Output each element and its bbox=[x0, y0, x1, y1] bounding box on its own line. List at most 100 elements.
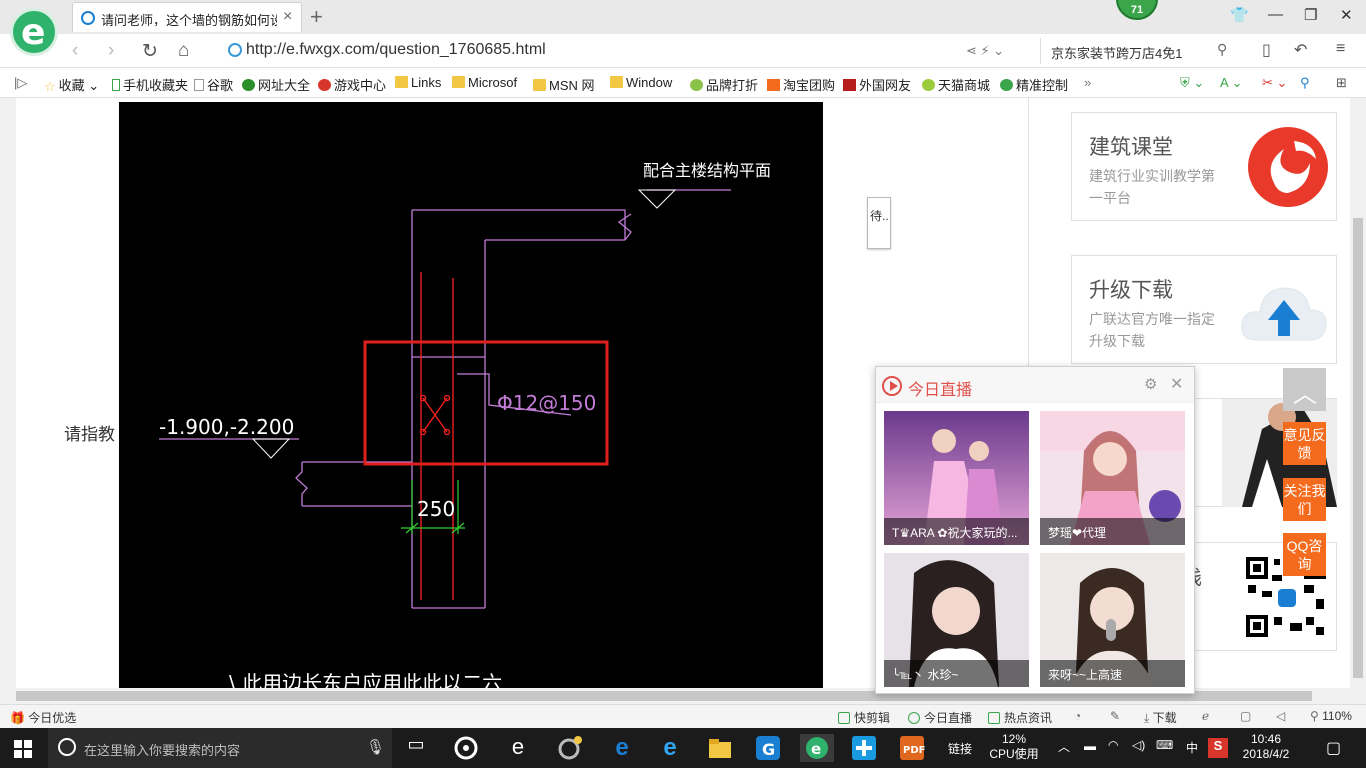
search-icon[interactable]: ⚲ bbox=[1217, 41, 1227, 58]
search-input[interactable]: 京东家装节跨万店4免1 bbox=[1051, 43, 1182, 62]
restore-icon[interactable]: ❐ bbox=[1304, 6, 1317, 24]
bookmark-tmall[interactable]: 天猫商城 bbox=[922, 75, 990, 94]
search-box[interactable]: 京东家装节跨万店4免1 ⚲ bbox=[1040, 38, 1240, 64]
bookmark-mobile[interactable]: 手机收藏夹 bbox=[112, 75, 188, 94]
wifi-icon[interactable]: ◠ bbox=[1108, 738, 1118, 752]
windows-start-icon[interactable] bbox=[14, 740, 32, 758]
volume-icon[interactable]: ◁ bbox=[1276, 709, 1285, 723]
url-action-icons[interactable]: ⋖ ⚡ ⌄ bbox=[966, 43, 1004, 59]
bookmark-discount[interactable]: 品牌打折 bbox=[690, 75, 758, 94]
tab-close-icon[interactable]: × bbox=[283, 8, 299, 26]
home-icon[interactable]: ⌂ bbox=[178, 40, 189, 62]
back-to-top-button[interactable]: ︿ bbox=[1283, 368, 1326, 411]
taskbar-search-placeholder: 在这里输入你要搜索的内容 bbox=[84, 743, 241, 758]
translate-icon[interactable]: A ⌄ bbox=[1220, 75, 1242, 91]
magnifier-icon: ⚲ bbox=[1310, 709, 1319, 723]
bookmark-games[interactable]: 游戏中心 bbox=[318, 75, 386, 94]
clock[interactable]: 10:46 2018/4/2 bbox=[1238, 732, 1294, 762]
file-explorer-icon[interactable] bbox=[706, 734, 734, 762]
bookmark-favorites[interactable]: ☆ 收藏 ⌄ bbox=[44, 75, 99, 94]
hot-news-button[interactable]: 热点资讯 bbox=[988, 709, 1052, 726]
shield-icon[interactable]: ⛨ ⌄ bbox=[1180, 75, 1204, 91]
pending-widget[interactable]: 待.. bbox=[867, 197, 891, 249]
menu-icon[interactable]: ≡ bbox=[1336, 40, 1345, 58]
address-bar[interactable]: http://e.fwxgx.com/question_1760685.html bbox=[220, 38, 1040, 64]
speed-icon[interactable]: ◔ bbox=[1074, 709, 1081, 723]
zoom-tool-icon[interactable]: ⚲ bbox=[1300, 75, 1310, 91]
card-upgrade-download[interactable]: 升级下载 广联达官方唯一指定升级下载 bbox=[1071, 255, 1337, 364]
plus-app-icon[interactable] bbox=[850, 734, 878, 762]
speaker-icon[interactable]: ◁) bbox=[1132, 738, 1145, 752]
undo-icon[interactable]: ↶ bbox=[1294, 40, 1307, 60]
links-toolbar[interactable]: 链接 bbox=[948, 740, 972, 757]
download-button[interactable]: ⤓ 下载 bbox=[1144, 709, 1177, 726]
battery-icon[interactable]: ▬ bbox=[1084, 739, 1096, 753]
stream-card[interactable]: ╰℡丶 水珍~ bbox=[884, 553, 1029, 687]
taskbar-search-box[interactable]: 在这里输入你要搜索的内容 🎙 bbox=[48, 728, 392, 768]
qq-consult-button[interactable]: QQ咨询 bbox=[1283, 533, 1326, 576]
gear-icon[interactable]: ⚙ bbox=[1144, 375, 1157, 393]
ie-app-icon[interactable]: e bbox=[504, 734, 532, 762]
window-icon[interactable]: ▢ bbox=[1240, 709, 1251, 723]
bookmark-foreign[interactable]: 外国网友 bbox=[843, 75, 911, 94]
pin-icon[interactable]: ✎ bbox=[1110, 709, 1120, 723]
scissors-icon[interactable]: ✂ ⌄ bbox=[1262, 75, 1287, 91]
sidebar-toggle-icon[interactable]: |▷ bbox=[14, 75, 27, 91]
microphone-icon[interactable]: 🎙 bbox=[366, 738, 385, 756]
vertical-scrollbar[interactable] bbox=[1350, 98, 1366, 688]
close-window-icon[interactable]: ✕ bbox=[1340, 6, 1353, 24]
url-text[interactable]: http://e.fwxgx.com/question_1760685.html bbox=[246, 41, 546, 59]
live-play-icon bbox=[908, 712, 920, 724]
kuaijianji-button[interactable]: 快剪辑 bbox=[838, 709, 890, 726]
cortana-icon bbox=[58, 738, 76, 756]
action-center-icon[interactable]: ▢ bbox=[1326, 738, 1341, 758]
clock-time: 10:46 bbox=[1250, 732, 1282, 746]
hot-news-label: 热点资讯 bbox=[1004, 711, 1053, 725]
bookmark-precise[interactable]: 精准控制 bbox=[1000, 75, 1068, 94]
bookmark-taobao[interactable]: 淘宝团购 bbox=[767, 75, 835, 94]
cad-drawing-image: 配合主楼结构平面 -1.900,-2.200 Φ12@150 250 \ 此用边… bbox=[119, 102, 823, 688]
sogou-input-icon[interactable]: S bbox=[1208, 738, 1228, 758]
card-building-class[interactable]: 建筑课堂 建筑行业实训教学第一平台 bbox=[1071, 112, 1337, 221]
more-bookmarks-icon[interactable]: » bbox=[1084, 75, 1091, 90]
ie-mode-icon[interactable]: ℯ bbox=[1202, 709, 1209, 723]
today-picks[interactable]: 🎁 今日优选 bbox=[10, 709, 76, 726]
glodon-app-icon[interactable]: G bbox=[754, 734, 782, 762]
bookmark-msn[interactable]: MSN 网 bbox=[533, 75, 595, 94]
bookmark-hao[interactable]: 网址大全 bbox=[242, 75, 310, 94]
minimize-icon[interactable]: — bbox=[1268, 6, 1283, 23]
bookmark-google[interactable]: 谷歌 bbox=[194, 75, 233, 94]
refresh-icon[interactable]: ↻ bbox=[142, 40, 158, 63]
mobile-icon[interactable]: ▯ bbox=[1262, 40, 1271, 60]
zoom-level[interactable]: ⚲ 110% bbox=[1310, 709, 1352, 723]
bookmark-links[interactable]: Links bbox=[395, 75, 441, 90]
fan-app-icon[interactable] bbox=[452, 734, 480, 762]
back-icon[interactable]: ‹ bbox=[72, 40, 78, 62]
browser-taskbar-icon[interactable]: e bbox=[800, 734, 834, 762]
follow-us-button[interactable]: 关注我们 bbox=[1283, 478, 1326, 521]
new-tab-icon[interactable]: + bbox=[310, 4, 323, 30]
vertical-scroll-thumb[interactable] bbox=[1353, 218, 1363, 678]
edge-app-icon[interactable]: e bbox=[608, 734, 636, 762]
spiral-app-icon[interactable] bbox=[556, 734, 584, 762]
tray-expand-icon[interactable]: ︿ bbox=[1058, 738, 1070, 755]
bookmark-windows[interactable]: Window bbox=[610, 75, 672, 90]
browser-logo-icon[interactable]: e bbox=[10, 8, 58, 56]
stream-card[interactable]: 来呀~~上高速 bbox=[1040, 553, 1185, 687]
internet-explorer-icon[interactable]: e bbox=[656, 734, 684, 762]
forward-icon[interactable]: › bbox=[108, 40, 114, 62]
keyboard-icon[interactable]: ⌨ bbox=[1156, 738, 1173, 752]
feedback-button[interactable]: 意见反馈 bbox=[1283, 422, 1326, 465]
bookmark-microsoft[interactable]: Microsof bbox=[452, 75, 517, 90]
stream-card[interactable]: 梦瑶❤代理 bbox=[1040, 411, 1185, 545]
pdf-app-icon[interactable]: PDF bbox=[898, 734, 926, 762]
active-tab[interactable]: 请问老师，这个墙的钢筋如何设置 × bbox=[72, 2, 302, 32]
live-status-button[interactable]: 今日直播 bbox=[908, 709, 972, 726]
close-icon[interactable]: ✕ bbox=[1170, 374, 1183, 394]
ime-indicator[interactable]: 中 bbox=[1186, 739, 1198, 756]
stream-card[interactable]: T♛ARA ✿祝大家玩的... bbox=[884, 411, 1029, 545]
apps-grid-icon[interactable]: ⊞ bbox=[1336, 75, 1347, 91]
notification-badge[interactable]: 71 bbox=[1116, 0, 1158, 20]
task-view-icon[interactable]: ▭ bbox=[402, 734, 430, 762]
shirt-skin-icon[interactable]: 👕 bbox=[1230, 6, 1249, 24]
